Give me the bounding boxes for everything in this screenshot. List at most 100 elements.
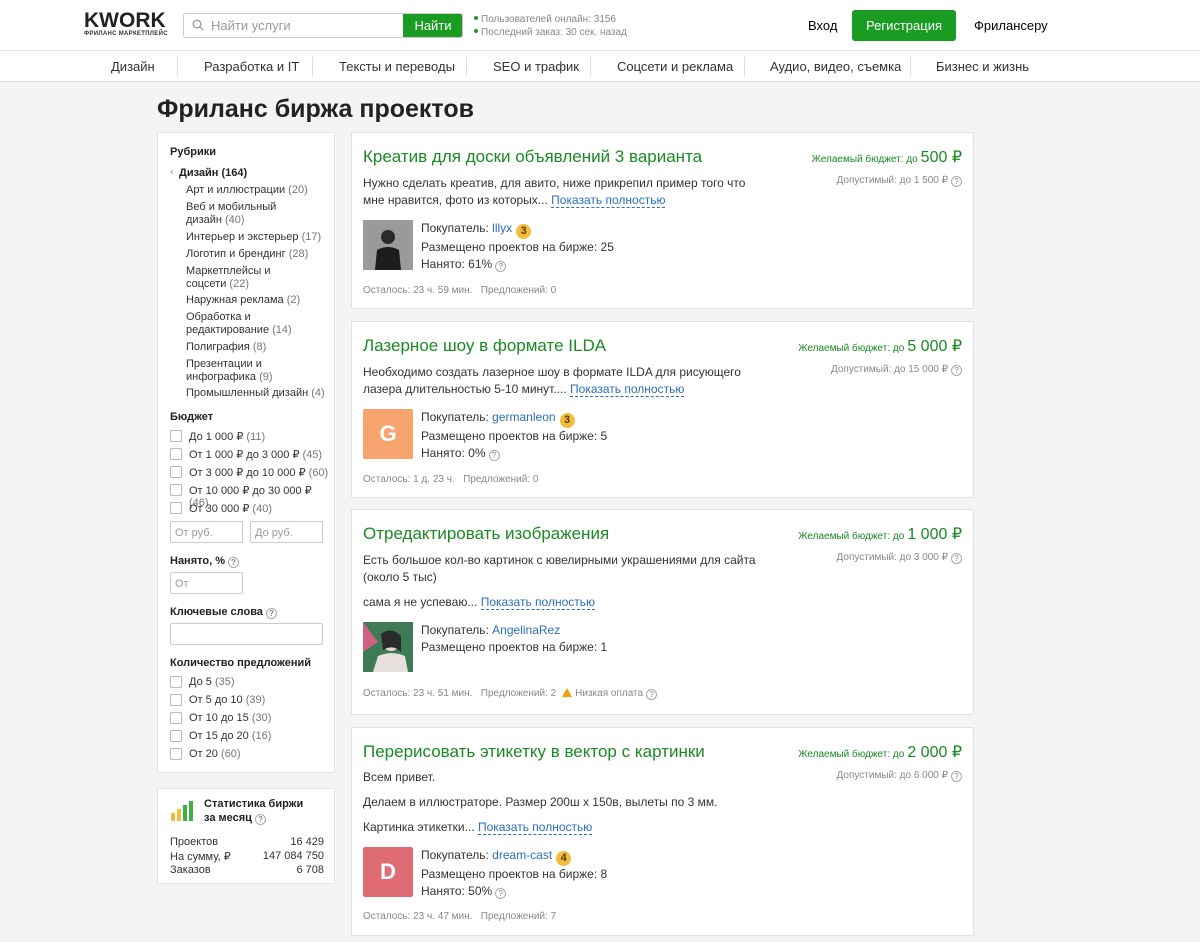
category-dev[interactable]: Разработка и IT [204,59,299,74]
budget-checkbox[interactable] [170,448,182,460]
stats-title: Статистика биржи за месяц? [204,798,304,825]
keywords-input[interactable] [170,623,323,645]
subrubric-item[interactable]: Обработка и редактирование (14) [186,311,296,336]
offers-checkbox[interactable] [170,730,182,742]
buyer-avatar[interactable] [363,220,413,270]
subrubric-item[interactable]: Интерьер и экстерьер (17) [186,231,326,244]
budget-from-input[interactable]: От руб. [170,521,243,543]
project-description: Картинка этикетки... Показать полностью [363,820,593,835]
stats-row: Заказов 6 708 [170,864,324,876]
category-media[interactable]: Аудио, видео, съемка [770,59,901,74]
login-link[interactable]: Вход [808,18,837,33]
online-users: Пользователей онлайн: 3156 [481,14,616,25]
permitted-budget: Допустимый: до 15 000 ₽? [831,364,962,376]
help-icon[interactable]: ? [495,888,507,899]
buyer-name[interactable]: lllyx [492,221,512,235]
subrubric-item[interactable]: Маркетплейсы и соцсети (22) [186,265,286,290]
budget-to-input[interactable]: До руб. [250,521,323,543]
help-icon[interactable]: ? [951,553,962,564]
project-title[interactable]: Перерисовать этикетку в вектор с картинк… [363,742,705,762]
low-pay-label: Низкая оплата [575,688,644,699]
category-social[interactable]: Соцсети и реклама [617,59,733,74]
subrubric-item[interactable]: Наружная реклама (2) [186,294,326,307]
freelancer-link[interactable]: Фрилансеру [974,18,1048,33]
hired-percent: Нанято: 50%? [421,883,607,900]
stats-box: Статистика биржи за месяц? Проектов 16 429… [157,788,335,884]
search-input[interactable] [211,14,401,37]
budget-option: От 30 000 ₽ (40) [189,503,272,515]
category-business[interactable]: Бизнес и жизнь [936,59,1029,74]
category-seo[interactable]: SEO и трафик [493,59,579,74]
placed-count: Размещено проектов на бирже: 1 [421,640,608,654]
offers-checkbox[interactable] [170,712,182,724]
offers-checkbox[interactable] [170,676,182,688]
help-icon[interactable]: ? [227,557,239,568]
kwork-logo[interactable]: KWORK ФРИЛАНС МАРКЕТПЛЕЙС [84,10,174,40]
category-design[interactable]: Дизайн [111,59,155,74]
project-title[interactable]: Креатив для доски объявлений 3 варианта [363,147,702,167]
help-icon[interactable]: ? [951,771,962,782]
help-icon[interactable]: ? [951,176,962,187]
category-texts[interactable]: Тексты и переводы [339,59,455,74]
budget-checkbox[interactable] [170,466,182,478]
register-button[interactable]: Регистрация [852,10,956,41]
help-icon[interactable]: ? [254,814,266,825]
buyer-name[interactable]: AngelinaRez [492,623,560,637]
permitted-budget: Допустимый: до 3 000 ₽? [837,552,962,564]
stats-row: На сумму, ₽147 084 750 [170,850,324,863]
project-description: Есть большое кол-во картинок с ювелирным… [363,553,756,584]
buyer-avatar[interactable] [363,622,413,672]
hired-heading: Нанято, %? [170,555,239,568]
bar-chart-icon [171,801,193,821]
budget-checkbox[interactable] [170,484,182,496]
buyer-name[interactable]: germanleon [492,410,555,424]
show-full-link[interactable]: Показать полностью [480,595,596,610]
project-footer: Осталось: 1 д. 23 ч. Предложений: 0 [363,474,539,485]
project-footer: Осталось: 23 ч. 59 мин. Предложений: 0 [363,285,557,296]
budget-checkbox[interactable] [170,502,182,514]
buyer-avatar[interactable]: G [363,409,413,459]
search-button[interactable]: Найти [403,14,462,37]
subrubric-item[interactable]: Веб и мобильный дизайн (40) [186,201,296,226]
help-icon[interactable]: ? [951,365,962,376]
subrubric-item[interactable]: Полиграфия (8) [186,341,326,354]
budget-option: До 1 000 ₽ (11) [189,431,266,443]
subrubric-item[interactable]: Презентации и инфографика (9) [186,358,286,383]
category-nav: Дизайн Разработка и IT Тексты и переводы… [0,51,1200,82]
show-full-link[interactable]: Показать полностью [570,382,685,397]
header: KWORK ФРИЛАНС МАРКЕТПЛЕЙС Найти Пользова… [0,0,1200,51]
project-title[interactable]: Отредактировать изображения [363,524,609,544]
budget-option: От 1 000 ₽ до 3 000 ₽ (45) [189,449,323,461]
project-card: Креатив для доски объявлений 3 варианта … [351,132,974,309]
logo-text: KWORK [84,9,166,32]
hired-percent: Нанято: 61%? [421,256,614,273]
help-icon[interactable]: ? [646,689,658,700]
buyer-info: Покупатель: germanleon 3 Размещено проект… [421,410,608,461]
project-description: Делаем в иллюстраторе. Размер 200ш х 150… [363,795,718,809]
buyer-name[interactable]: dream-cast [492,848,552,862]
level-badge: 4 [556,851,572,866]
help-icon[interactable]: ? [265,608,277,619]
show-full-link[interactable]: Показать полностью [477,820,593,835]
subrubric-item[interactable]: Арт и иллюстрации (20) [186,184,326,197]
help-icon[interactable]: ? [495,261,507,272]
buyer-avatar[interactable]: D [363,847,413,897]
help-icon[interactable]: ? [488,450,500,461]
project-card: Лазерное шоу в формате ILDA Желаемый бюд… [351,321,974,498]
offers-option: От 20 (60) [189,748,241,760]
show-full-link[interactable]: Показать полностью [551,193,666,208]
placed-count: Размещено проектов на бирже: 5 [421,429,608,443]
project-budget: Желаемый бюджет: до 1 000 ₽ [798,526,962,543]
project-title[interactable]: Лазерное шоу в формате ILDA [363,336,606,356]
chevron-left-icon: ‹ [170,166,174,178]
active-rubric[interactable]: Дизайн (164) [179,167,247,179]
hired-input[interactable]: От [170,572,243,594]
level-badge: 3 [516,224,532,239]
subrubric-item[interactable]: Логотип и брендинг (28) [186,248,326,261]
subrubric-item[interactable]: Промышленный дизайн (4) [186,387,326,400]
offers-checkbox[interactable] [170,748,182,760]
page-title: Фриланс биржа проектов [157,95,474,123]
permitted-budget: Допустимый: до 6 000 ₽? [837,770,962,782]
budget-checkbox[interactable] [170,430,182,442]
offers-checkbox[interactable] [170,694,182,706]
